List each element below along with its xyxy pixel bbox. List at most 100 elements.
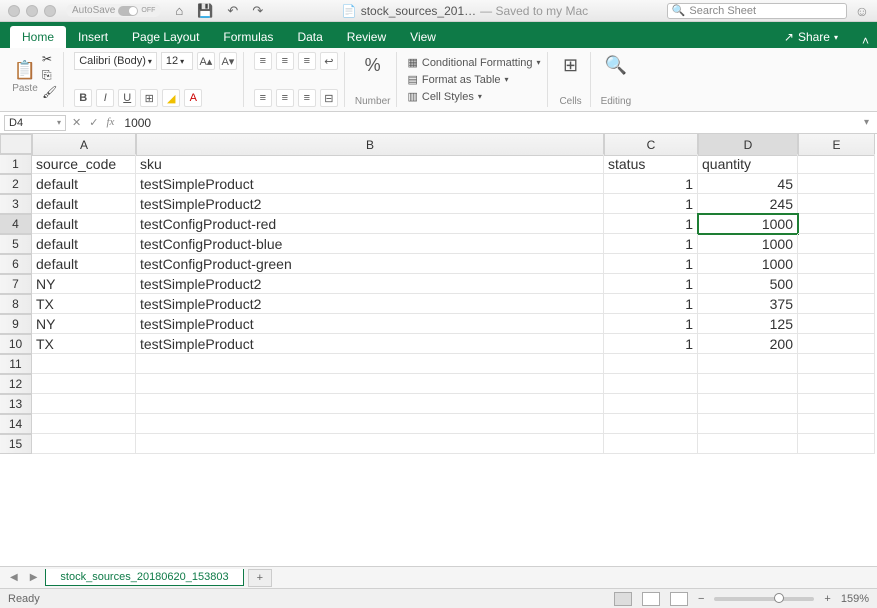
tab-insert[interactable]: Insert (66, 26, 120, 48)
editing-icon[interactable]: 🔍 (603, 52, 629, 78)
bold-button[interactable]: B (74, 89, 92, 107)
maximize-window-button[interactable] (44, 5, 56, 17)
tab-data[interactable]: Data (285, 26, 334, 48)
cell-A15[interactable] (32, 434, 136, 454)
row-header[interactable]: 14 (0, 414, 32, 434)
cell-D5[interactable]: 1000 (698, 234, 798, 254)
cell-B14[interactable] (136, 414, 604, 434)
align-middle-icon[interactable]: ≡ (276, 52, 294, 70)
cell-A4[interactable]: default (32, 214, 136, 234)
cell-B3[interactable]: testSimpleProduct2 (136, 194, 604, 214)
cell-E2[interactable] (798, 174, 875, 194)
cell-D1[interactable]: quantity (698, 154, 798, 174)
cell-B10[interactable]: testSimpleProduct (136, 334, 604, 354)
row-header[interactable]: 1 (0, 154, 32, 174)
cell-B7[interactable]: testSimpleProduct2 (136, 274, 604, 294)
align-center-icon[interactable]: ≡ (276, 89, 294, 107)
decrease-font-icon[interactable]: A▾ (219, 52, 237, 70)
cell-C12[interactable] (604, 374, 698, 394)
cell-E12[interactable] (798, 374, 875, 394)
row-header[interactable]: 10 (0, 334, 32, 354)
cut-icon[interactable]: ✂ (42, 52, 57, 66)
cell-B15[interactable] (136, 434, 604, 454)
cell-B6[interactable]: testConfigProduct-green (136, 254, 604, 274)
search-sheet-input[interactable]: 🔍 Search Sheet (667, 3, 847, 19)
autosave-toggle[interactable]: AutoSave OFF (66, 4, 161, 17)
collapse-ribbon-icon[interactable]: ˄ (862, 34, 869, 48)
align-right-icon[interactable]: ≡ (298, 89, 316, 107)
cell-B13[interactable] (136, 394, 604, 414)
paste-icon[interactable]: 📋 (12, 57, 38, 83)
cell-A13[interactable] (32, 394, 136, 414)
cell-D15[interactable] (698, 434, 798, 454)
row-header[interactable]: 13 (0, 394, 32, 414)
increase-font-icon[interactable]: A▴ (197, 52, 215, 70)
column-header-A[interactable]: A (32, 134, 136, 156)
column-header-C[interactable]: C (604, 134, 698, 156)
zoom-slider[interactable] (714, 597, 814, 601)
cell-B2[interactable]: testSimpleProduct (136, 174, 604, 194)
cell-E3[interactable] (798, 194, 875, 214)
cancel-icon[interactable]: ✕ (72, 116, 81, 129)
fx-icon[interactable]: fx (106, 116, 114, 129)
column-header-D[interactable]: D (698, 134, 798, 156)
cell-D9[interactable]: 125 (698, 314, 798, 334)
cell-E8[interactable] (798, 294, 875, 314)
cell-C10[interactable]: 1 (604, 334, 698, 354)
cell-A1[interactable]: source_code (32, 154, 136, 174)
cell-A10[interactable]: TX (32, 334, 136, 354)
cell-D3[interactable]: 245 (698, 194, 798, 214)
cell-E10[interactable] (798, 334, 875, 354)
zoom-thumb[interactable] (774, 593, 784, 603)
row-header[interactable]: 4 (0, 214, 32, 234)
row-header[interactable]: 7 (0, 274, 32, 294)
cell-A9[interactable]: NY (32, 314, 136, 334)
underline-button[interactable]: U (118, 89, 136, 107)
wrap-text-icon[interactable]: ↩ (320, 52, 338, 70)
cell-C14[interactable] (604, 414, 698, 434)
cell-E6[interactable] (798, 254, 875, 274)
cell-D11[interactable] (698, 354, 798, 374)
cell-B1[interactable]: sku (136, 154, 604, 174)
italic-button[interactable]: I (96, 89, 114, 107)
cell-E7[interactable] (798, 274, 875, 294)
format-as-table-button[interactable]: ▤Format as Table▾ (407, 73, 540, 86)
cell-A6[interactable]: default (32, 254, 136, 274)
align-bottom-icon[interactable]: ≡ (298, 52, 316, 70)
cell-C7[interactable]: 1 (604, 274, 698, 294)
feedback-icon[interactable]: ☺ (855, 3, 869, 19)
align-top-icon[interactable]: ≡ (254, 52, 272, 70)
copy-icon[interactable]: ⎘ (42, 68, 57, 83)
percent-icon[interactable]: % (360, 52, 386, 78)
row-header[interactable]: 9 (0, 314, 32, 334)
cell-E5[interactable] (798, 234, 875, 254)
prev-sheet-icon[interactable]: ◀ (6, 572, 22, 583)
cell-C6[interactable]: 1 (604, 254, 698, 274)
cell-A7[interactable]: NY (32, 274, 136, 294)
fill-color-button[interactable]: ◢ (162, 89, 180, 107)
font-color-button[interactable]: A (184, 89, 202, 107)
cell-styles-button[interactable]: ▥Cell Styles▾ (407, 90, 540, 103)
cell-A3[interactable]: default (32, 194, 136, 214)
cell-E13[interactable] (798, 394, 875, 414)
row-header[interactable]: 2 (0, 174, 32, 194)
row-header[interactable]: 3 (0, 194, 32, 214)
cell-B12[interactable] (136, 374, 604, 394)
cell-C15[interactable] (604, 434, 698, 454)
cell-C9[interactable]: 1 (604, 314, 698, 334)
tab-home[interactable]: Home (10, 26, 66, 48)
cell-A11[interactable] (32, 354, 136, 374)
tab-review[interactable]: Review (335, 26, 398, 48)
cell-C2[interactable]: 1 (604, 174, 698, 194)
normal-view-button[interactable] (614, 592, 632, 606)
cell-E9[interactable] (798, 314, 875, 334)
cell-E15[interactable] (798, 434, 875, 454)
add-sheet-button[interactable]: + (248, 569, 272, 587)
minimize-window-button[interactable] (26, 5, 38, 17)
cell-E1[interactable] (798, 154, 875, 174)
cell-D8[interactable]: 375 (698, 294, 798, 314)
cell-D14[interactable] (698, 414, 798, 434)
align-left-icon[interactable]: ≡ (254, 89, 272, 107)
cell-D13[interactable] (698, 394, 798, 414)
cell-E14[interactable] (798, 414, 875, 434)
